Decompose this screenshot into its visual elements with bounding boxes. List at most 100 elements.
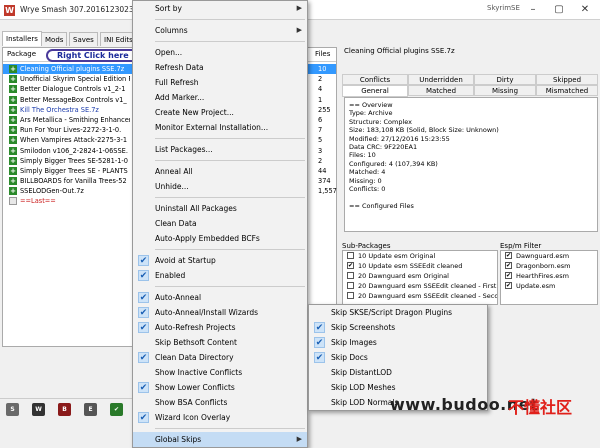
submenu-item-skip-docs[interactable]: Skip Docs ✔: [309, 350, 487, 365]
menu-item-label: Show Inactive Conflicts: [155, 368, 243, 377]
package-info-text[interactable]: == Overview Type: Archive Structure: Compl…: [344, 97, 598, 232]
package-status-icon[interactable]: +: [9, 166, 17, 175]
info-line: Size: 183,108 KB (Solid, Block Size: Unk…: [349, 126, 499, 135]
menu-item-full-refresh[interactable]: Full Refresh: [133, 75, 307, 90]
skyrim-icon[interactable]: S: [6, 403, 19, 416]
submenu-item-skip-images[interactable]: Skip Images ✔: [309, 335, 487, 350]
menu-separator: [155, 41, 305, 42]
app-icon[interactable]: W: [32, 403, 45, 416]
check-icon[interactable]: ✔: [110, 403, 123, 416]
package-name: Better MessageBox Controls v1_: [20, 95, 127, 104]
package-status-icon[interactable]: [9, 197, 17, 206]
tab-mismatched[interactable]: Mismatched: [536, 85, 598, 96]
package-status-icon[interactable]: +: [9, 187, 17, 196]
submenu-item-skip-distantlod[interactable]: Skip DistantLOD: [309, 365, 487, 380]
package-status-icon[interactable]: +: [9, 146, 17, 155]
close-button[interactable]: ✕: [572, 2, 598, 18]
menu-item-refresh-data[interactable]: Refresh Data: [133, 60, 307, 75]
watermark-cn: 不懂社区: [508, 398, 573, 417]
tab-skipped[interactable]: Skipped: [536, 74, 598, 85]
menu-separator: [155, 19, 305, 20]
menu-item-monitor-external-installation[interactable]: Monitor External Installation...: [133, 120, 307, 135]
package-status-icon[interactable]: +: [9, 65, 17, 73]
checkbox[interactable]: ✔: [505, 252, 512, 259]
checkbox[interactable]: ✔: [505, 262, 512, 269]
esp-filter-item[interactable]: ✔ Update.esm: [501, 281, 597, 291]
tab-mods[interactable]: Mods: [41, 32, 68, 46]
menu-item-open[interactable]: Open...: [133, 45, 307, 60]
tab-conflicts[interactable]: Conflicts: [342, 74, 408, 85]
checkbox[interactable]: [347, 252, 354, 259]
menu-item-label: Show Lower Conflicts: [155, 383, 235, 392]
tab-installers[interactable]: Installers: [2, 31, 42, 46]
bsa-icon[interactable]: B: [58, 403, 71, 416]
menu-item-sort-by[interactable]: Sort by ▶: [133, 1, 307, 16]
esp-filter-item[interactable]: ✔ Dragonborn.esm: [501, 261, 597, 271]
menu-item-avoid-at-startup[interactable]: Avoid at Startup ✔: [133, 253, 307, 268]
package-files: 7: [318, 126, 323, 135]
tab-dirty[interactable]: Dirty: [474, 74, 536, 85]
menu-item-create-new-project[interactable]: Create New Project...: [133, 105, 307, 120]
sub-package-item[interactable]: 10 Update esm Original: [343, 251, 497, 261]
edit-icon[interactable]: E: [84, 403, 97, 416]
minimize-button[interactable]: –: [520, 2, 546, 18]
sub-package-item[interactable]: 20 Dawnguard esm Original: [343, 271, 497, 281]
package-files: 1: [318, 95, 323, 104]
menu-item-auto-anneal-install-wizards[interactable]: Auto-Anneal/Install Wizards ✔: [133, 305, 307, 320]
checkmark-icon: ✔: [138, 292, 149, 303]
menu-item-enabled[interactable]: Enabled ✔: [133, 268, 307, 283]
sub-package-item[interactable]: ✔ 10 Update esm SSEEdit cleaned: [343, 261, 497, 271]
checkbox[interactable]: [347, 292, 354, 299]
package-status-icon[interactable]: +: [9, 177, 17, 186]
menu-item-global-skips[interactable]: Global Skips ▶: [133, 432, 307, 447]
menu-item-auto-apply-embedded-bcfs[interactable]: Auto-Apply Embedded BCFs: [133, 231, 307, 246]
package-status-icon[interactable]: +: [9, 115, 17, 124]
checkbox[interactable]: ✔: [505, 282, 512, 289]
tab-matched[interactable]: Matched: [408, 85, 474, 96]
package-status-icon[interactable]: +: [9, 136, 17, 145]
package-status-icon[interactable]: +: [9, 85, 17, 94]
esp-filter-item[interactable]: ✔ Dawnguard.esm: [501, 251, 597, 261]
column-files[interactable]: Files: [315, 50, 330, 58]
column-package[interactable]: Package: [7, 50, 36, 58]
checkbox[interactable]: [347, 272, 354, 279]
sub-package-item[interactable]: 20 Dawnguard esm SSEEdit cleaned - First…: [343, 281, 497, 291]
menu-item-show-inactive-conflicts[interactable]: Show Inactive Conflicts: [133, 365, 307, 380]
menu-item-columns[interactable]: Columns ▶: [133, 23, 307, 38]
menu-item-auto-refresh-projects[interactable]: Auto-Refresh Projects ✔: [133, 320, 307, 335]
submenu-item-skip-screenshots[interactable]: Skip Screenshots ✔: [309, 320, 487, 335]
window-title: Wrye Smash 307.201612302301: [20, 5, 144, 14]
package-status-icon[interactable]: +: [9, 156, 17, 165]
checkbox[interactable]: [347, 282, 354, 289]
sub-package-item[interactable]: 20 Dawnguard esm SSEEdit cleaned - Secor: [343, 291, 497, 301]
menu-item-unhide[interactable]: Unhide...: [133, 179, 307, 194]
checkbox[interactable]: ✔: [347, 262, 354, 269]
tab-underridden[interactable]: Underridden: [408, 74, 474, 85]
menu-item-clean-data-directory[interactable]: Clean Data Directory ✔: [133, 350, 307, 365]
menu-item-anneal-all[interactable]: Anneal All: [133, 164, 307, 179]
esp-filter-item[interactable]: ✔ HearthFires.esm: [501, 271, 597, 281]
menu-item-wizard-icon-overlay[interactable]: Wizard Icon Overlay ✔: [133, 410, 307, 425]
submenu-item-skip-lod-meshes[interactable]: Skip LOD Meshes: [309, 380, 487, 395]
menu-item-uninstall-all-packages[interactable]: Uninstall All Packages: [133, 201, 307, 216]
maximize-button[interactable]: ▢: [546, 2, 572, 18]
menu-item-add-marker[interactable]: Add Marker...: [133, 90, 307, 105]
tab-saves[interactable]: Saves: [69, 32, 98, 46]
package-status-icon[interactable]: +: [9, 105, 17, 114]
menu-item-auto-anneal[interactable]: Auto-Anneal ✔: [133, 290, 307, 305]
package-status-icon[interactable]: +: [9, 75, 17, 84]
tab-missing[interactable]: Missing: [474, 85, 536, 96]
tab-general[interactable]: General: [342, 85, 408, 97]
menu-item-skip-bethsoft-content[interactable]: Skip Bethsoft Content: [133, 335, 307, 350]
menu-item-list-packages[interactable]: List Packages...: [133, 142, 307, 157]
package-status-icon[interactable]: +: [9, 95, 17, 104]
menu-item-show-lower-conflicts[interactable]: Show Lower Conflicts ✔: [133, 380, 307, 395]
menu-item-show-bsa-conflicts[interactable]: Show BSA Conflicts: [133, 395, 307, 410]
checkbox[interactable]: ✔: [505, 272, 512, 279]
package-status-icon[interactable]: +: [9, 126, 17, 135]
submenu-item-skip-skse-script-dragon-plugins[interactable]: Skip SKSE/Script Dragon Plugins: [309, 305, 487, 320]
menu-item-label: Skip Docs: [331, 353, 368, 362]
menu-item-clean-data[interactable]: Clean Data: [133, 216, 307, 231]
menu-separator: [155, 428, 305, 429]
menu-item-label: Auto-Apply Embedded BCFs: [155, 234, 260, 243]
